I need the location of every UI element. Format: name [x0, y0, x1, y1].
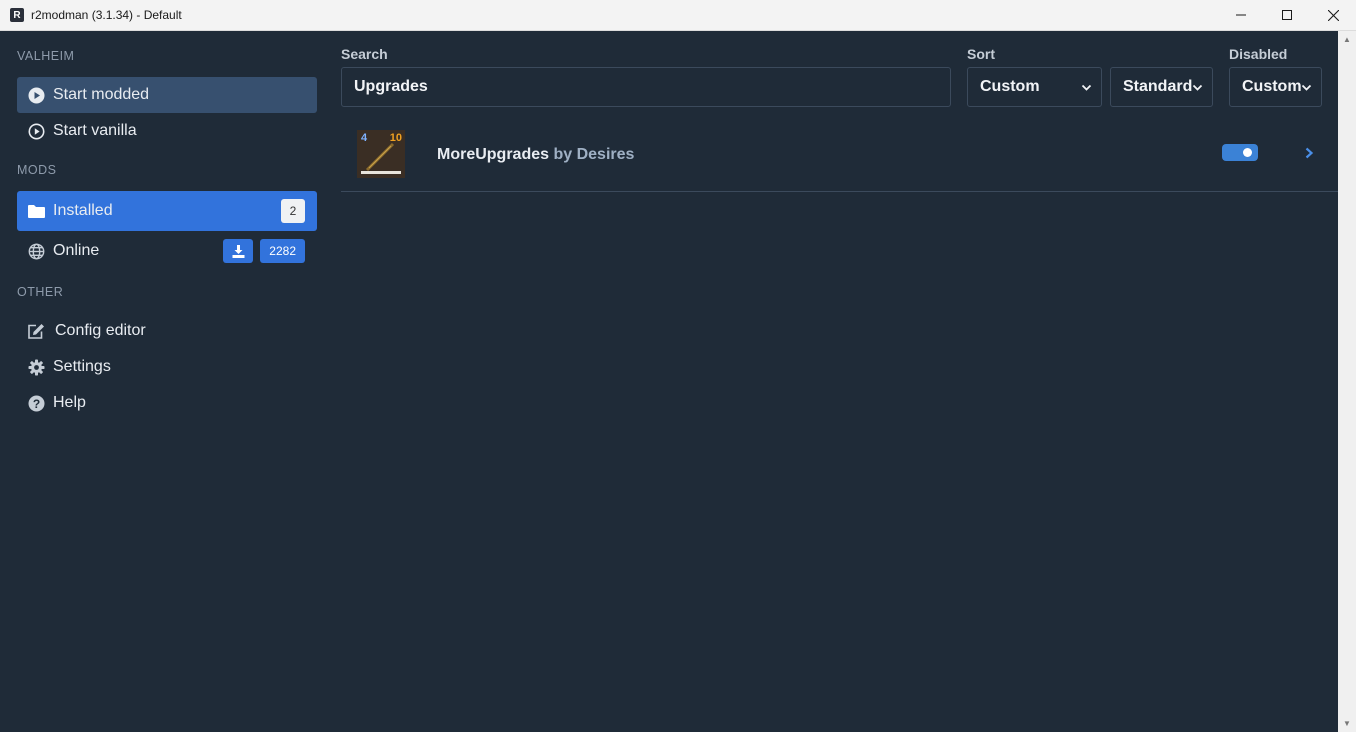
sort-label: Sort — [967, 46, 995, 62]
title-bar: R r2modman (3.1.34) - Default — [0, 0, 1356, 31]
mod-title: MoreUpgrades by Desires — [437, 146, 634, 164]
chevron-right-icon[interactable] — [1304, 147, 1314, 159]
thumb-right-number: 10 — [389, 132, 402, 144]
scroll-down-icon[interactable]: ▼ — [1343, 719, 1351, 728]
installed-label: Installed — [53, 202, 113, 219]
app-logo-icon: R — [10, 8, 24, 22]
close-button[interactable] — [1310, 0, 1356, 30]
mod-author: by Desires — [553, 146, 635, 163]
start-modded-button[interactable]: Start modded — [17, 77, 317, 113]
start-modded-label: Start modded — [53, 86, 150, 103]
folder-icon — [27, 202, 45, 220]
thumb-left-number: 4 — [361, 132, 368, 144]
online-label: Online — [53, 242, 100, 259]
section-label-game: VALHEIM — [17, 49, 75, 63]
installed-count-badge: 2 — [281, 199, 305, 223]
sort-direction-value: Standard — [1123, 78, 1193, 95]
help-label: Help — [53, 394, 86, 411]
gear-icon — [27, 358, 45, 376]
section-label-other: OTHER — [17, 285, 64, 299]
scroll-up-icon[interactable]: ▲ — [1343, 35, 1351, 44]
search-label: Search — [341, 46, 388, 62]
sidebar-item-config-editor[interactable]: Config editor — [17, 313, 317, 349]
disabled-label: Disabled — [1229, 46, 1288, 62]
play-circle-outline-icon — [27, 122, 45, 140]
svg-text:?: ? — [32, 397, 39, 411]
config-editor-label: Config editor — [55, 322, 146, 339]
online-count-badge: 2282 — [260, 239, 305, 263]
search-input[interactable]: Upgrades — [341, 67, 951, 107]
minimize-button[interactable] — [1218, 0, 1264, 30]
mod-list-item[interactable]: 4 10 MoreUpgrades by Desires — [341, 117, 1338, 192]
sidebar: VALHEIM Start modded Start vanilla MODS … — [0, 31, 333, 732]
chevron-down-icon — [1192, 84, 1203, 91]
sidebar-item-installed[interactable]: Installed 2 — [17, 191, 317, 231]
sidebar-item-help[interactable]: ? Help — [17, 385, 317, 421]
edit-icon — [27, 322, 45, 340]
disabled-select-value: Custom — [1242, 78, 1302, 95]
chevron-down-icon — [1301, 84, 1312, 91]
sort-select[interactable]: Custom — [967, 67, 1102, 107]
maximize-icon — [1282, 10, 1292, 20]
sidebar-item-settings[interactable]: Settings — [17, 349, 317, 385]
sort-select-value: Custom — [980, 78, 1040, 95]
help-circle-icon: ? — [27, 394, 45, 412]
minimize-icon — [1236, 14, 1246, 16]
mod-thumbnail: 4 10 — [357, 130, 405, 178]
download-button[interactable] — [223, 239, 253, 263]
sidebar-item-online[interactable]: Online 2282 — [17, 231, 317, 271]
chevron-down-icon — [1081, 84, 1092, 91]
maximize-button[interactable] — [1264, 0, 1310, 30]
mod-name: MoreUpgrades — [437, 146, 550, 163]
sort-direction-select[interactable]: Standard — [1110, 67, 1213, 107]
toggle-knob — [1243, 148, 1252, 157]
scrollbar[interactable]: ▲ ▼ — [1338, 31, 1356, 732]
start-vanilla-button[interactable]: Start vanilla — [17, 113, 317, 149]
disabled-select[interactable]: Custom — [1229, 67, 1322, 107]
section-label-mods: MODS — [17, 163, 57, 177]
play-circle-icon — [27, 86, 45, 104]
settings-label: Settings — [53, 358, 111, 375]
globe-icon — [27, 242, 45, 260]
window-title: r2modman (3.1.34) - Default — [31, 8, 182, 22]
mod-enabled-toggle[interactable] — [1222, 144, 1258, 161]
start-vanilla-label: Start vanilla — [53, 122, 137, 139]
download-icon — [232, 244, 244, 258]
window-controls — [1218, 0, 1356, 30]
close-icon — [1327, 9, 1339, 21]
